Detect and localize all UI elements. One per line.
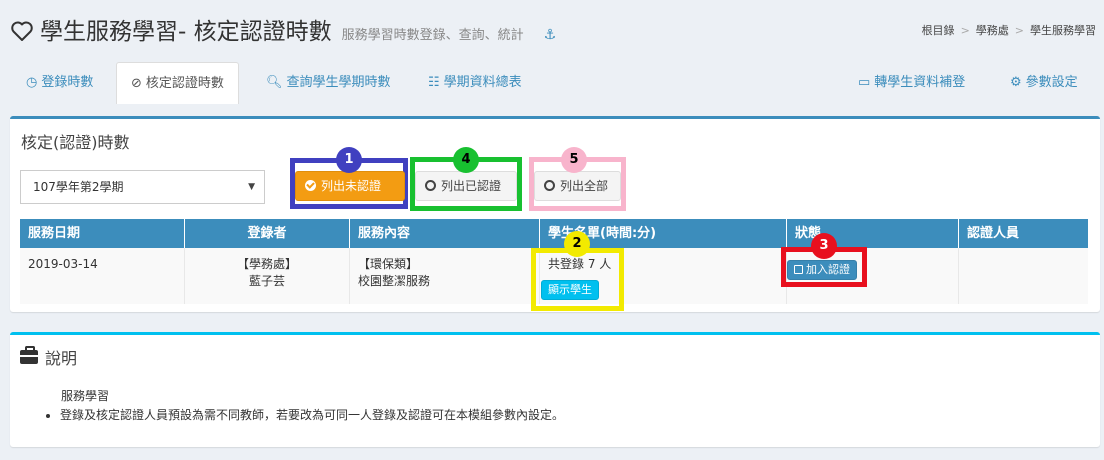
- circle-icon: [425, 180, 436, 191]
- heart-icon: [11, 21, 33, 41]
- tab-bar: ◷ 登錄時數 ⊘ 核定認證時數 🔍︎ 查詢學生學期時數 ☷ 學期資料總表 ▭ 轉學生資料補…: [10, 62, 1100, 104]
- cell-content: 【環保類】 校園整潔服務: [350, 248, 540, 304]
- content-type: 【環保類】: [358, 257, 419, 271]
- tab-transfer-student[interactable]: ▭ 轉學生資料補登: [844, 62, 979, 104]
- button-label: 列出已認證: [441, 179, 502, 193]
- list-verified-button[interactable]: 列出已認證: [415, 171, 517, 201]
- cell-date: 2019-03-14: [20, 248, 185, 304]
- tab-settings[interactable]: ⚙ 參數設定: [996, 62, 1092, 104]
- registrar-dept: 【學務處】: [236, 257, 297, 271]
- info-list: 登錄及核定認證人員預設為需不同教師，若要改為可同一人登錄及認證可在本模組參數內設…: [44, 406, 564, 423]
- annotation-badge-2: 2: [564, 231, 590, 257]
- briefcase-icon: [20, 346, 38, 364]
- annotation-badge-3: 3: [811, 233, 837, 259]
- semester-select[interactable]: 107學年第2學期 ▼: [20, 170, 265, 204]
- check-circle-icon: [305, 180, 316, 191]
- info-title-text: 說明: [45, 349, 78, 368]
- annotation-badge-1: 1: [336, 147, 362, 173]
- column-header-date: 服務日期: [20, 219, 185, 248]
- breadcrumb-dept[interactable]: 學務處: [976, 24, 1009, 37]
- annotation-box-2: [531, 248, 624, 311]
- info-item: 登錄及核定認證人員預設為需不同教師，若要改為可同一人登錄及認證可在本模組參數內設…: [60, 406, 564, 423]
- tab-register-hours[interactable]: ◷ 登錄時數: [12, 62, 107, 104]
- keyboard-icon: ▭: [858, 75, 871, 90]
- info-heading: 服務學習: [61, 389, 110, 403]
- page-header: 學生服務學習- 核定認證時數 服務學習時數登錄、查詢、統計 ⚓ 根目錄 > 學務處 >…: [0, 0, 1104, 58]
- breadcrumb-current: 學生服務學習: [1030, 24, 1096, 37]
- tab-label: 參數設定: [1025, 75, 1078, 90]
- annotation-badge-5: 5: [561, 147, 587, 173]
- tab-query-semester-hours[interactable]: 🔍︎ 查詢學生學期時數: [252, 62, 405, 104]
- annotation-badge-4: 4: [453, 147, 479, 173]
- tab-label: 登錄時數: [41, 75, 94, 90]
- list-unverified-button[interactable]: 列出未認證: [295, 171, 405, 201]
- cell-registrar: 【學務處】 藍子芸: [185, 248, 350, 304]
- tab-label: 轉學生資料補登: [874, 75, 966, 90]
- tab-semester-summary[interactable]: ☷ 學期資料總表: [414, 62, 536, 104]
- breadcrumb: 根目錄 > 學務處 > 學生服務學習: [921, 24, 1096, 37]
- page-title: 學生服務學習- 核定認證時數: [40, 19, 332, 45]
- check-circle-icon: ⊘: [131, 76, 142, 91]
- tab-label: 學期資料總表: [443, 75, 522, 90]
- cell-verifier: [959, 248, 1088, 304]
- info-panel: 說明 服務學習 登錄及核定認證人員預設為需不同教師，若要改為可同一人登錄及認證可…: [10, 332, 1100, 447]
- circle-icon: [544, 180, 555, 191]
- column-header-verifier: 認證人員: [967, 226, 1020, 241]
- page-title-row: 學生服務學習- 核定認證時數 服務學習時數登錄、查詢、統計 ⚓: [10, 12, 556, 46]
- list-all-button[interactable]: 列出全部: [534, 171, 621, 201]
- caret-down-icon: ▼: [248, 182, 255, 192]
- verify-panel-title: 核定(認證)時數: [21, 133, 130, 152]
- gear-icon: ⚙: [1010, 75, 1022, 90]
- clock-icon: ◷: [26, 75, 38, 90]
- button-label: 列出全部: [560, 179, 609, 193]
- search-icon: 🔍︎: [266, 75, 283, 90]
- tab-verify-hours[interactable]: ⊘ 核定認證時數: [116, 62, 239, 104]
- tab-label: 查詢學生學期時數: [286, 75, 391, 90]
- breadcrumb-root[interactable]: 根目錄: [922, 24, 955, 37]
- anchor-icon[interactable]: ⚓: [544, 27, 557, 43]
- column-header-registrar: 登錄者: [185, 219, 350, 248]
- tab-label: 核定認證時數: [145, 76, 224, 91]
- page-subtitle: 服務學習時數登錄、查詢、統計: [341, 28, 524, 43]
- list-icon: ☷: [428, 75, 440, 90]
- content-text: 校園整潔服務: [358, 274, 431, 288]
- verify-panel: 核定(認證)時數 107學年第2學期 ▼ 列出未認證 列出已認證 列出全部 服務…: [10, 116, 1100, 312]
- button-label: 列出未認證: [321, 179, 382, 193]
- registrar-name: 藍子芸: [248, 274, 285, 288]
- semester-select-value: 107學年第2學期: [33, 180, 124, 194]
- info-panel-title: 說明: [20, 345, 77, 369]
- table-header: 服務日期 登錄者 服務內容 學生名單(時間:分) 狀態 認證人員: [20, 219, 1088, 248]
- column-header-content: 服務內容: [350, 219, 540, 248]
